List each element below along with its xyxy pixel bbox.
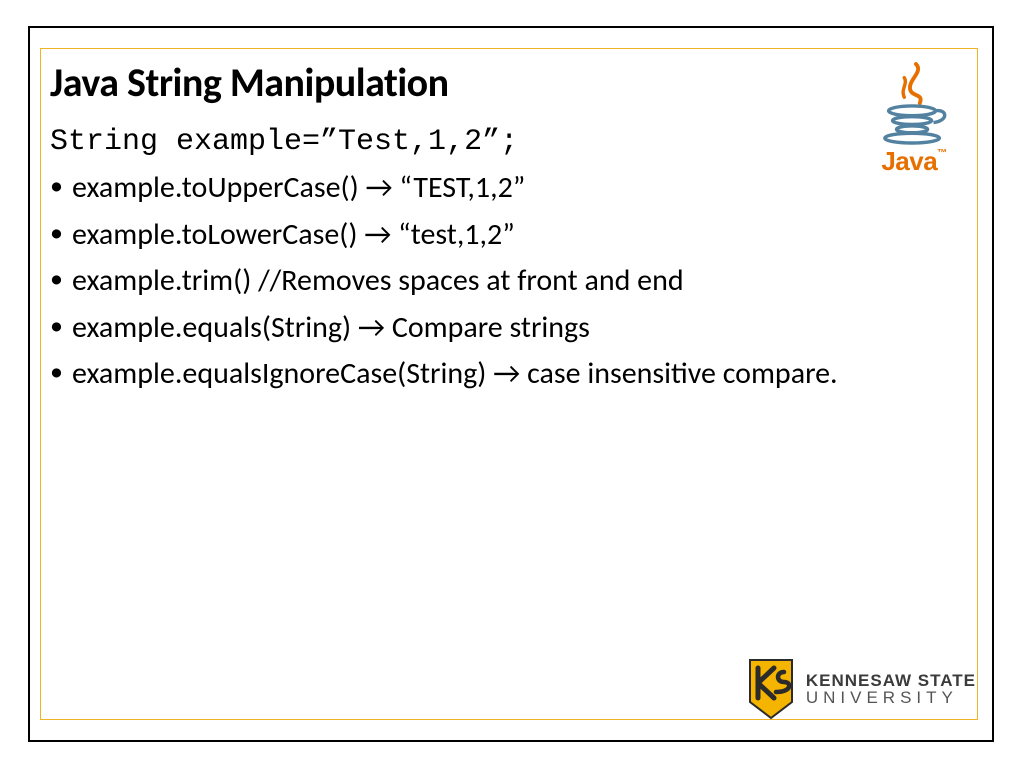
- java-label: Java: [881, 146, 937, 176]
- slide-content: Java String Manipulation String example=…: [50, 48, 970, 398]
- java-logo-text: Java™: [864, 146, 964, 177]
- bullet-item: example.toUpperCase() → “TEST,1,2”: [50, 165, 970, 212]
- footer-logo: KENNESAW STATE UNIVERSITY: [746, 658, 976, 720]
- bullet-item: example.equalsIgnoreCase(String) → case …: [50, 351, 970, 398]
- ksu-text: KENNESAW STATE UNIVERSITY: [806, 672, 976, 706]
- slide-title: Java String Manipulation: [50, 58, 970, 107]
- code-declaration: String example=”Test,1,2”;: [50, 125, 970, 159]
- java-tm: ™: [937, 148, 947, 159]
- bullet-list: example.toUpperCase() → “TEST,1,2” examp…: [50, 165, 970, 398]
- ksu-shield-icon: [746, 658, 796, 720]
- ksu-line1: KENNESAW STATE: [806, 672, 976, 689]
- bullet-item: example.equals(String) → Compare strings: [50, 305, 970, 352]
- bullet-item: example.toLowerCase() → “test,1,2”: [50, 212, 970, 259]
- bullet-item: example.trim() //Removes spaces at front…: [50, 258, 970, 305]
- java-cup-icon: [875, 60, 953, 148]
- ksu-line2: UNIVERSITY: [806, 689, 976, 706]
- java-logo: Java™: [864, 60, 964, 177]
